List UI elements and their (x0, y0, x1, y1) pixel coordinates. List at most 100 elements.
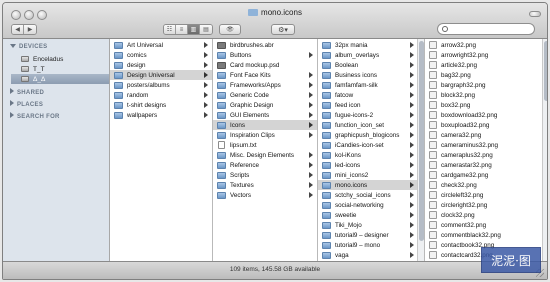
list-item[interactable]: box32.png (425, 100, 547, 110)
forward-button[interactable]: ▶ (24, 25, 36, 34)
places-header[interactable]: PLACES (10, 100, 43, 108)
finder-window: mono.icons ◀ ▶ ☷ ≡ ▥ ▤ 👁 ⚙▾ DEVICES Ence… (2, 2, 548, 280)
back-button[interactable]: ◀ (12, 25, 24, 34)
list-item[interactable]: famfamfam-silk (318, 80, 424, 90)
list-item[interactable]: social-networking (318, 200, 424, 210)
disclosure-arrow-icon (410, 132, 414, 138)
list-item-selected[interactable]: mono.icons (318, 180, 424, 190)
list-item[interactable]: Inspiration Clips (213, 130, 317, 140)
item-label: comment32.png (441, 221, 487, 229)
list-item[interactable]: block32.png (425, 90, 547, 100)
search-for-header[interactable]: SEARCH FOR (10, 112, 60, 120)
scroll-thumb[interactable] (419, 41, 424, 241)
list-item[interactable]: clock32.png (425, 210, 547, 220)
list-item[interactable]: tutorial9 – mono (318, 240, 424, 250)
list-item[interactable]: Art Universal (110, 40, 212, 50)
list-item[interactable]: led-icons (318, 160, 424, 170)
list-item[interactable]: bargraph32.png (425, 80, 547, 90)
list-item[interactable]: Card mockup.psd (213, 60, 317, 70)
list-view-button[interactable]: ≡ (176, 25, 188, 34)
list-item[interactable]: wallpapers (110, 110, 212, 120)
list-item[interactable]: t-shirt designs (110, 100, 212, 110)
column-3-scrollbar[interactable] (417, 39, 424, 263)
search-input[interactable] (451, 25, 531, 34)
list-item[interactable]: Textures (213, 180, 317, 190)
sidebar-item-t-t[interactable]: T_T (11, 64, 109, 74)
list-item[interactable]: random (110, 90, 212, 100)
toolbar-toggle-button[interactable] (529, 11, 541, 17)
column-view-button[interactable]: ▥ (188, 25, 200, 34)
list-item[interactable]: Font Face Kits (213, 70, 317, 80)
list-item[interactable]: bag32.png (425, 70, 547, 80)
list-item[interactable]: comics (110, 50, 212, 60)
list-item[interactable]: camera32.png (425, 130, 547, 140)
hard-drive-icon (21, 56, 29, 62)
list-item[interactable]: graphicpush_blogicons (318, 130, 424, 140)
list-item[interactable]: Tiki_Mojo (318, 220, 424, 230)
list-item[interactable]: kol-iKons (318, 150, 424, 160)
folder-icon (322, 181, 331, 189)
coverflow-view-button[interactable]: ▤ (200, 25, 212, 34)
list-item[interactable]: birdbrushes.abr (213, 40, 317, 50)
list-item[interactable]: album_overlays (318, 50, 424, 60)
sidebar-item-selected-device[interactable]: Δ_Δ (11, 74, 109, 84)
devices-header[interactable]: DEVICES (10, 44, 47, 50)
list-item[interactable]: sweetie (318, 210, 424, 220)
disclosure-arrow-icon (410, 142, 414, 148)
list-item[interactable]: circleright32.png (425, 200, 547, 210)
list-item[interactable]: boxdownload32.png (425, 110, 547, 120)
list-item-selected[interactable]: Icons (213, 120, 317, 130)
list-item-selected[interactable]: Design Universal (110, 70, 212, 80)
list-item[interactable]: Vectors (213, 190, 317, 200)
list-item[interactable]: fatcow (318, 90, 424, 100)
list-item[interactable]: Scripts (213, 170, 317, 180)
list-item[interactable]: Frameworks/Apps (213, 80, 317, 90)
list-item[interactable]: sctchy_social_icons (318, 190, 424, 200)
action-menu-button[interactable]: ⚙▾ (271, 24, 295, 35)
list-item[interactable]: function_icon_set (318, 120, 424, 130)
list-item[interactable]: arrow32.png (425, 40, 547, 50)
sidebar-item-enceladus[interactable]: Enceladus (11, 54, 109, 64)
item-label: Graphic Design (230, 101, 274, 109)
list-item[interactable]: design (110, 60, 212, 70)
list-item[interactable]: lipsum.txt (213, 140, 317, 150)
list-item[interactable]: boxupload32.png (425, 120, 547, 130)
list-item[interactable]: Graphic Design (213, 100, 317, 110)
list-item[interactable]: article32.png (425, 60, 547, 70)
list-item[interactable]: Reference (213, 160, 317, 170)
window-title: mono.icons (3, 8, 547, 17)
list-item[interactable]: Generic Code (213, 90, 317, 100)
list-item[interactable]: tutorial9 – designer (318, 230, 424, 240)
list-item[interactable]: check32.png (425, 180, 547, 190)
list-item[interactable]: fugue-icons-2 (318, 110, 424, 120)
list-item[interactable]: circleleft32.png (425, 190, 547, 200)
list-item[interactable]: cameraplus32.png (425, 150, 547, 160)
list-item[interactable]: commentblack32.png (425, 230, 547, 240)
scroll-thumb[interactable] (544, 41, 547, 101)
list-item[interactable]: iCandies-icon-set (318, 140, 424, 150)
list-item[interactable]: camerastar32.png (425, 160, 547, 170)
quick-look-button[interactable]: 👁 (219, 24, 241, 35)
list-item[interactable]: 32px mania (318, 40, 424, 50)
item-label: posters/albums (127, 81, 170, 89)
list-item[interactable]: cameraminus32.png (425, 140, 547, 150)
image-file-icon (429, 151, 437, 159)
list-item[interactable]: arrowright32.png (425, 50, 547, 60)
search-field[interactable] (437, 23, 535, 35)
list-item[interactable]: GUI Elements (213, 110, 317, 120)
list-item[interactable]: Buttons (213, 50, 317, 60)
list-item[interactable]: Boolean (318, 60, 424, 70)
icon-view-button[interactable]: ☷ (164, 25, 176, 34)
list-item[interactable]: posters/albums (110, 80, 212, 90)
list-item[interactable]: Business icons (318, 70, 424, 80)
shared-header[interactable]: SHARED (10, 88, 44, 96)
column-4-scrollbar[interactable] (542, 39, 547, 263)
disclosure-arrow-icon (309, 192, 313, 198)
list-item[interactable]: mini_icons2 (318, 170, 424, 180)
list-item[interactable]: cardgame32.png (425, 170, 547, 180)
list-item[interactable]: vaga (318, 250, 424, 260)
list-item[interactable]: feed icon (318, 100, 424, 110)
item-label: circleleft32.png (441, 191, 484, 199)
list-item[interactable]: Misc. Design Elements (213, 150, 317, 160)
list-item[interactable]: comment32.png (425, 220, 547, 230)
